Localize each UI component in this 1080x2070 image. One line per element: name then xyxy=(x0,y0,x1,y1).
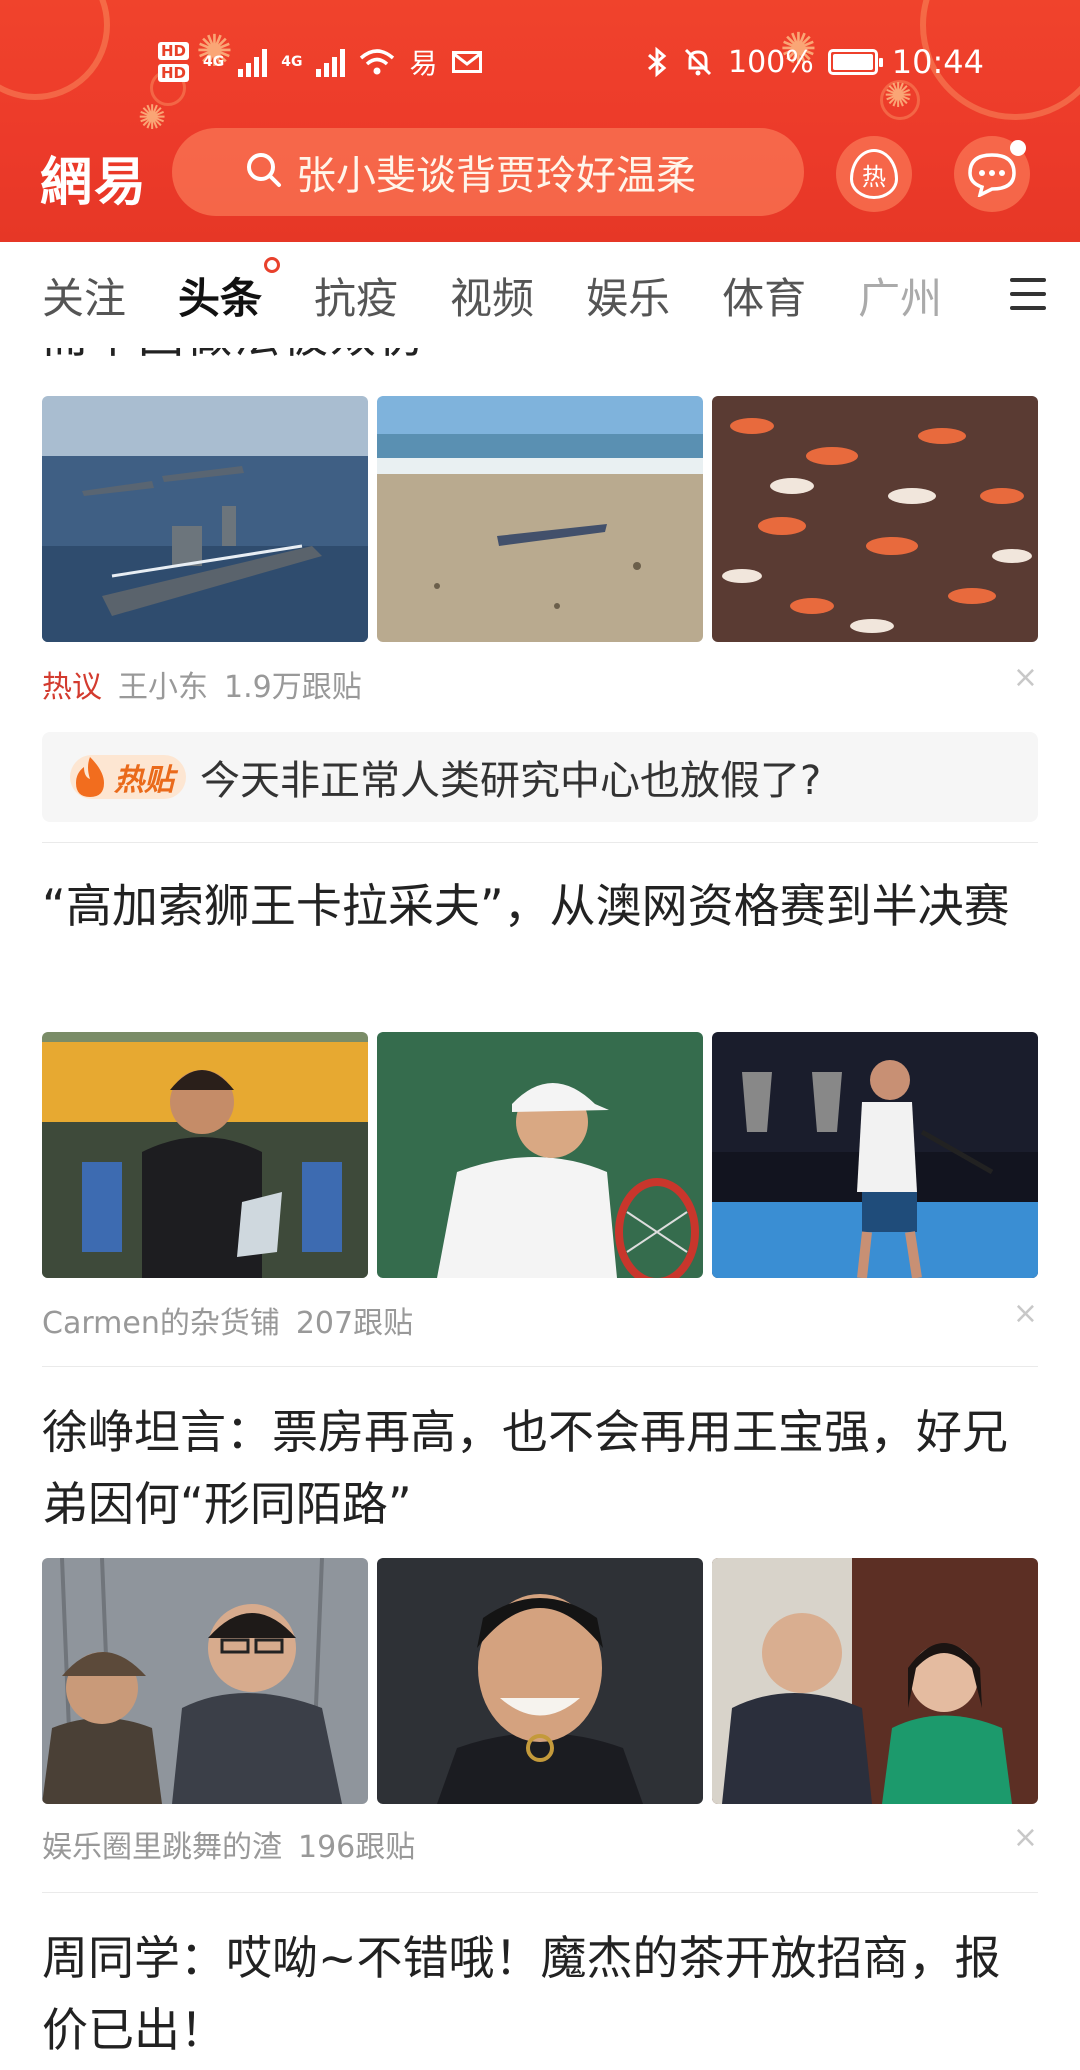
bluetooth-icon xyxy=(648,46,667,78)
hot-discussion-tag: 热议 xyxy=(42,670,102,705)
divider xyxy=(42,1892,1038,1893)
article-title[interactable]: 而中国做法被效仿 xyxy=(42,348,426,366)
battery-percent: 100% xyxy=(728,44,814,80)
hot-flame-icon: 热 xyxy=(850,149,898,199)
tab-follow[interactable]: 关注 xyxy=(42,265,126,326)
article-image-row[interactable] xyxy=(42,1032,1038,1278)
clock: 10:44 xyxy=(891,43,984,81)
divider xyxy=(42,842,1038,843)
warship-image[interactable] xyxy=(42,396,368,642)
dismiss-icon[interactable]: × xyxy=(1013,1820,1038,1855)
new-dot xyxy=(264,256,281,273)
hot-post-text: 今天非正常人类研究中心也放假了? xyxy=(200,758,822,804)
article-title[interactable]: “高加索狮王卡拉采夫”，从澳网资格赛到半决赛 xyxy=(42,870,1022,942)
mail-icon xyxy=(451,51,482,73)
flame-icon xyxy=(76,757,104,797)
hot-post-label: 热贴 xyxy=(114,763,174,798)
search-placeholder: 张小斐谈背贾玲好温柔 xyxy=(296,153,696,199)
status-bar: HD HD 4G 4G 易 100% 10:44 xyxy=(0,36,1080,88)
tab-headlines[interactable]: 头条 xyxy=(178,256,281,326)
message-button[interactable] xyxy=(954,136,1030,212)
actor-portrait-image[interactable] xyxy=(377,1558,703,1804)
channel-menu-icon[interactable] xyxy=(1010,278,1046,310)
beach-image[interactable] xyxy=(377,396,703,642)
notification-dot xyxy=(1010,140,1026,156)
decor-flower-icon: ✺ xyxy=(138,98,167,138)
channel-tabs: 关注 头条 抗疫 视频 娱乐 体育 广州 xyxy=(0,242,1080,348)
dismiss-icon[interactable]: × xyxy=(1013,660,1038,695)
couple-photo-image[interactable] xyxy=(712,1558,1038,1804)
dismiss-icon[interactable]: × xyxy=(1013,1296,1038,1331)
divider xyxy=(42,1366,1038,1367)
koi-fish-image[interactable] xyxy=(712,396,1038,642)
chat-bubble-icon xyxy=(968,153,1016,197)
article-source[interactable]: 王小东 xyxy=(118,662,208,706)
article-title[interactable]: 徐峥坦言：票房再高，也不会再用王宝强，好兄弟因何“形同陌路” xyxy=(42,1396,1022,1540)
comment-count[interactable]: 196跟贴 xyxy=(298,1822,415,1866)
tab-epidemic[interactable]: 抗疫 xyxy=(314,265,398,326)
article-source[interactable]: 娱乐圈里跳舞的渣 xyxy=(42,1822,282,1866)
movie-still-image[interactable] xyxy=(42,1558,368,1804)
hot-post-banner[interactable]: 热贴 今天非正常人类研究中心也放假了? xyxy=(42,732,1038,822)
article-meta: 娱乐圈里跳舞的渣 196跟贴 xyxy=(42,1822,415,1866)
wifi-icon xyxy=(360,49,395,75)
signal-icon xyxy=(238,47,268,77)
tab-guangzhou[interactable]: 广州 xyxy=(858,265,942,326)
tab-sports[interactable]: 体育 xyxy=(722,265,806,326)
comment-count[interactable]: 1.9万跟贴 xyxy=(224,662,362,706)
tab-entertainment[interactable]: 娱乐 xyxy=(586,265,670,326)
tennis-court-image[interactable] xyxy=(712,1032,1038,1278)
signal-icon xyxy=(316,47,346,77)
search-icon xyxy=(247,153,281,187)
mute-bell-icon xyxy=(684,48,712,76)
network-type: 4G xyxy=(281,54,303,70)
app-header: ✺ ✺ ✺ ✺ HD HD 4G 4G 易 100% 10:44 網易 张小斐谈… xyxy=(0,0,1080,242)
article-source[interactable]: Carmen的杂货铺 xyxy=(42,1298,280,1342)
tab-label: 头条 xyxy=(178,273,263,323)
netease-app-icon: 易 xyxy=(409,47,438,80)
article-image-row[interactable] xyxy=(42,1558,1038,1804)
netease-logo[interactable]: 網易 xyxy=(40,140,148,215)
hot-list-button[interactable]: 热 xyxy=(836,136,912,212)
article-meta: 热议 王小东 1.9万跟贴 xyxy=(42,662,362,706)
news-feed[interactable]: 而中国做法被效仿 xyxy=(0,348,1080,2070)
comment-count[interactable]: 207跟贴 xyxy=(296,1298,413,1342)
article-title[interactable]: 周同学：哎呦~不错哦！魔杰的茶开放招商，报价已出！ xyxy=(42,1922,1022,2066)
battery-icon xyxy=(827,49,883,75)
tennis-trophy-image[interactable] xyxy=(42,1032,368,1278)
search-bar[interactable]: 张小斐谈背贾玲好温柔 xyxy=(172,128,804,216)
tennis-player-image[interactable] xyxy=(377,1032,703,1278)
tab-video[interactable]: 视频 xyxy=(450,265,534,326)
article-image-row[interactable] xyxy=(42,396,1038,642)
article-meta: Carmen的杂货铺 207跟贴 xyxy=(42,1298,413,1342)
hd-indicator: HD HD xyxy=(158,40,190,84)
hot-post-badge: 热贴 xyxy=(70,755,186,799)
network-type: 4G xyxy=(203,54,225,70)
